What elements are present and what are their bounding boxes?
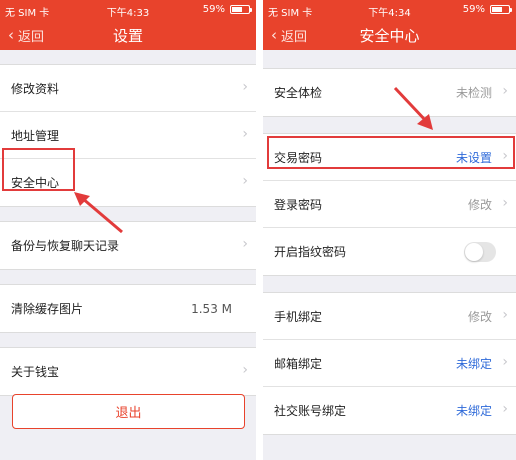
settings-item-label: 地址管理 — [11, 128, 60, 143]
security-item-email-binding[interactable]: 邮箱绑定 未绑定 › — [263, 340, 516, 387]
settings-item-label: 清除缓存图片 — [11, 302, 84, 316]
settings-group-profile: 修改资料 › 地址管理 › 安全中心 › — [0, 64, 256, 207]
security-item-login-password[interactable]: 登录密码 修改 › — [263, 181, 516, 228]
security-item-value: 修改 — [467, 309, 492, 324]
security-center-screen: 无 SIM 卡 下午4:34 59% ‹ 返回 安全中心 安全体检 未检测 › … — [263, 0, 516, 460]
settings-group-cache: 清除缓存图片 1.53 M — [0, 284, 256, 333]
page-title: 安全中心 — [359, 27, 420, 45]
security-group-check: 安全体检 未检测 › — [263, 68, 516, 117]
security-item-phone-binding[interactable]: 手机绑定 修改 › — [263, 293, 516, 340]
status-bar: 无 SIM 卡 下午4:33 59% — [0, 0, 256, 20]
chevron-right-icon: › — [502, 148, 508, 164]
security-item-trade-password[interactable]: 交易密码 未设置 › — [263, 134, 516, 181]
security-group-bindings: 手机绑定 修改 › 邮箱绑定 未绑定 › 社交账号绑定 未绑定 › — [263, 292, 516, 435]
settings-screen: 无 SIM 卡 下午4:33 59% ‹ 返回 设置 修改资料 › 地址管理 ›… — [0, 0, 256, 460]
red-arrow-icon — [74, 192, 123, 234]
logout-button[interactable]: 退出 — [12, 394, 245, 429]
cache-size-value: 1.53 M — [191, 301, 232, 316]
security-group-passwords: 交易密码 未设置 › 登录密码 修改 › 开启指纹密码 — [263, 133, 516, 276]
security-item-label: 开启指纹密码 — [274, 245, 347, 259]
battery-percent: 59% — [462, 4, 485, 15]
chevron-right-icon: › — [242, 173, 248, 189]
settings-item-label: 关于钱宝 — [11, 365, 60, 379]
security-item-label: 手机绑定 — [274, 309, 323, 324]
nav-bar: ‹ 返回 设置 — [0, 20, 256, 50]
settings-item-label: 安全中心 — [11, 176, 60, 190]
status-bar: 无 SIM 卡 下午4:34 59% — [263, 0, 516, 20]
security-item-label: 登录密码 — [274, 197, 323, 212]
battery-icon — [230, 5, 252, 14]
settings-item-about[interactable]: 关于钱宝 › — [0, 348, 256, 395]
security-item-social-binding[interactable]: 社交账号绑定 未绑定 › — [263, 387, 516, 434]
chevron-right-icon: › — [502, 83, 508, 99]
chevron-right-icon: › — [242, 126, 248, 142]
security-item-label: 邮箱绑定 — [274, 356, 323, 371]
chevron-right-icon: › — [242, 79, 248, 95]
chevron-right-icon: › — [502, 195, 508, 211]
chevron-right-icon: › — [502, 354, 508, 370]
red-arrow-icon — [393, 86, 433, 130]
chevron-right-icon: › — [502, 401, 508, 417]
security-item-fingerprint: 开启指纹密码 — [263, 228, 516, 275]
chevron-right-icon: › — [242, 236, 248, 252]
security-item-label: 交易密码 — [274, 150, 323, 165]
settings-item-edit-profile[interactable]: 修改资料 › — [0, 65, 256, 112]
nav-bar: ‹ 返回 安全中心 — [263, 20, 516, 50]
battery-icon — [490, 5, 512, 14]
chevron-right-icon: › — [502, 307, 508, 323]
security-item-label: 社交账号绑定 — [274, 404, 347, 418]
security-item-value: 未设置 — [455, 150, 492, 165]
settings-item-label: 修改资料 — [11, 81, 60, 96]
settings-item-address[interactable]: 地址管理 › — [0, 112, 256, 159]
fingerprint-toggle[interactable] — [464, 241, 496, 262]
page-title: 设置 — [112, 27, 143, 45]
security-item-value: 未绑定 — [455, 356, 492, 371]
security-item-check[interactable]: 安全体检 未检测 › — [263, 69, 516, 116]
settings-group-about: 关于钱宝 › — [0, 347, 256, 396]
settings-item-clear-cache[interactable]: 清除缓存图片 1.53 M — [0, 285, 256, 332]
battery-percent: 59% — [202, 4, 225, 15]
security-item-value: 未检测 — [455, 86, 492, 100]
security-item-value: 修改 — [467, 197, 492, 212]
chevron-right-icon: › — [242, 362, 248, 378]
security-item-value: 未绑定 — [455, 404, 492, 418]
